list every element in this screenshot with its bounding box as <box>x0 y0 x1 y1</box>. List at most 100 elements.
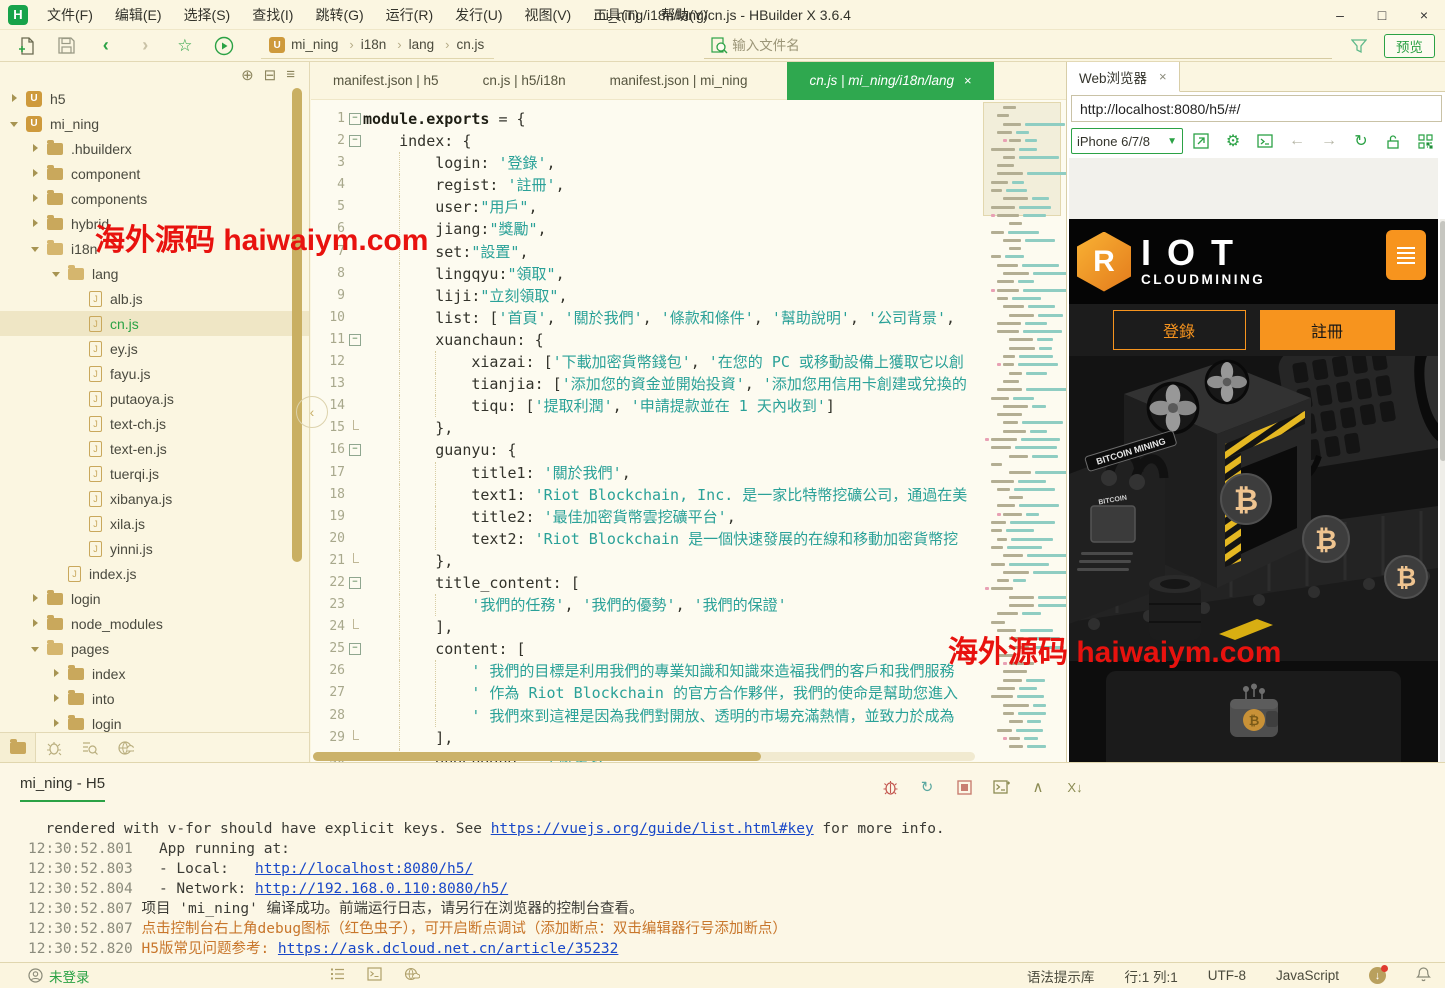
tree-item-xibanya-js[interactable]: Jxibanya.js <box>0 486 309 511</box>
line-number[interactable]: 3 <box>311 152 345 174</box>
tree-item-lang[interactable]: lang <box>0 261 309 286</box>
tree-item-text-ch-js[interactable]: Jtext-ch.js <box>0 411 309 436</box>
tree-item-index-js[interactable]: Jindex.js <box>0 561 309 586</box>
line-number[interactable]: 8 <box>311 263 345 285</box>
site-login-button[interactable]: 登錄 <box>1113 310 1246 350</box>
filter-funnel-icon[interactable] <box>1346 34 1372 58</box>
menu-item[interactable]: 编辑(E) <box>104 3 173 27</box>
tree-item-node-modules[interactable]: node_modules <box>0 611 309 636</box>
chevron-down-icon[interactable] <box>52 269 62 279</box>
line-number[interactable]: 22 <box>311 572 345 594</box>
site-register-button[interactable]: 註冊 <box>1260 310 1395 350</box>
chevron-right-icon[interactable] <box>52 719 62 729</box>
preview-scrollbar-thumb[interactable] <box>1440 221 1445 461</box>
editor-tab-2[interactable]: manifest.json | mi_ning <box>588 62 770 100</box>
new-file-icon[interactable] <box>14 34 40 58</box>
line-number[interactable]: 7 <box>311 241 345 263</box>
chevron-down-icon[interactable] <box>31 644 41 654</box>
editor-tab-0[interactable]: manifest.json | h5 <box>311 62 461 100</box>
new-terminal-icon[interactable] <box>991 777 1011 797</box>
line-number[interactable]: 19 <box>311 506 345 528</box>
login-status[interactable]: 未登录 <box>28 966 90 986</box>
tree-item-index[interactable]: index <box>0 661 309 686</box>
tab-debug[interactable] <box>36 733 72 762</box>
maximize-button[interactable]: □ <box>1361 0 1403 30</box>
line-number[interactable]: 20 <box>311 528 345 550</box>
tree-item-component[interactable]: component <box>0 161 309 186</box>
tree-item-components[interactable]: components <box>0 186 309 211</box>
line-number[interactable]: 23 <box>311 594 345 616</box>
collapse-panel-icon[interactable]: ∧ <box>1028 777 1048 797</box>
tree-scrollbar[interactable] <box>292 88 302 562</box>
encoding-label[interactable]: UTF-8 <box>1208 968 1246 983</box>
tree-item-cn-js[interactable]: Jcn.js <box>0 311 309 336</box>
hamburger-menu-button[interactable] <box>1386 230 1426 280</box>
back-icon[interactable]: ← <box>1283 128 1311 154</box>
navigate-back-icon[interactable]: ‹ <box>93 34 119 58</box>
breadcrumb-item[interactable]: mi_ning <box>289 37 340 52</box>
tree-item-yinni-js[interactable]: Jyinni.js <box>0 536 309 561</box>
tab-close-icon[interactable]: × <box>964 73 972 88</box>
chevron-right-icon[interactable] <box>31 194 41 204</box>
line-number[interactable]: 18 <box>311 484 345 506</box>
explorer-menu-icon[interactable]: ≡ <box>286 66 295 84</box>
chevron-right-icon[interactable] <box>52 694 62 704</box>
line-number[interactable]: 2 <box>311 130 345 152</box>
url-input[interactable] <box>1071 95 1442 122</box>
tree-item-h5[interactable]: Uh5 <box>0 86 309 111</box>
tree-item-ey-js[interactable]: Jey.js <box>0 336 309 361</box>
breadcrumb-item[interactable]: i18n <box>340 37 388 52</box>
syntax-lib-label[interactable]: 语法提示库 <box>1027 966 1095 986</box>
navigate-forward-icon[interactable]: › <box>133 34 159 58</box>
tree-item-fayu-js[interactable]: Jfayu.js <box>0 361 309 386</box>
clear-console-icon[interactable]: X↓ <box>1065 777 1085 797</box>
line-number[interactable]: 25 <box>311 638 345 660</box>
language-mode-label[interactable]: JavaScript <box>1276 968 1339 983</box>
console-link[interactable]: http://192.168.0.110:8080/h5/ <box>255 881 508 897</box>
collapse-all-icon[interactable]: ⊟ <box>264 66 277 84</box>
fold-marker[interactable] <box>345 572 363 594</box>
fold-end-marker[interactable] <box>345 727 363 749</box>
refresh-icon[interactable]: ↻ <box>1347 128 1375 154</box>
close-button[interactable]: × <box>1403 0 1445 30</box>
lock-icon[interactable] <box>1379 128 1407 154</box>
preview-button[interactable]: 预览 <box>1384 34 1435 58</box>
restart-icon[interactable]: ↻ <box>917 777 937 797</box>
line-number[interactable]: 21 <box>311 550 345 572</box>
settings-gear-icon[interactable]: ⚙ <box>1219 128 1247 154</box>
line-number[interactable]: 1 <box>311 108 345 130</box>
line-number[interactable]: 16 <box>311 439 345 461</box>
tree-item-i18n[interactable]: i18n <box>0 236 309 261</box>
menu-item[interactable]: 跳转(G) <box>304 3 374 27</box>
line-number[interactable]: 10 <box>311 307 345 329</box>
bookmark-star-icon[interactable]: ☆ <box>172 34 198 58</box>
editor-tab-1[interactable]: cn.js | h5/i18n <box>461 62 588 100</box>
sidebar-collapse-handle[interactable]: ‹ <box>296 396 328 428</box>
tree-item-alb-js[interactable]: Jalb.js <box>0 286 309 311</box>
menu-item[interactable]: 文件(F) <box>36 3 104 27</box>
code-editor[interactable]: 1module.exports = {2 index: {3 login: '登… <box>311 100 980 762</box>
console-link[interactable]: https://vuejs.org/guide/list.html#key <box>491 821 814 837</box>
line-number[interactable]: 17 <box>311 462 345 484</box>
cursor-position[interactable]: 行:1 列:1 <box>1124 966 1177 986</box>
line-number[interactable]: 11 <box>311 329 345 351</box>
tree-item-hybrid[interactable]: hybrid <box>0 211 309 236</box>
tab-web[interactable] <box>108 733 144 762</box>
tree-item-mi-ning[interactable]: Umi_ning <box>0 111 309 136</box>
debug-bug-icon[interactable] <box>880 777 900 797</box>
console-tab[interactable]: mi_ning - H5 <box>20 775 105 802</box>
line-number[interactable]: 6 <box>311 218 345 240</box>
tree-item-text-en-js[interactable]: Jtext-en.js <box>0 436 309 461</box>
tree-item-into[interactable]: into <box>0 686 309 711</box>
menu-item[interactable]: 选择(S) <box>173 3 242 27</box>
editor-tab-3[interactable]: cn.js | mi_ning/i18n/lang× <box>787 62 993 100</box>
line-number[interactable]: 28 <box>311 705 345 727</box>
search-input[interactable] <box>732 38 1332 53</box>
save-icon[interactable] <box>54 34 80 58</box>
line-number[interactable]: 13 <box>311 373 345 395</box>
terminal-icon[interactable] <box>367 967 382 984</box>
breadcrumb-item[interactable]: lang <box>388 37 436 52</box>
line-number[interactable]: 5 <box>311 196 345 218</box>
minimize-button[interactable]: – <box>1319 0 1361 30</box>
chevron-right-icon[interactable] <box>31 594 41 604</box>
